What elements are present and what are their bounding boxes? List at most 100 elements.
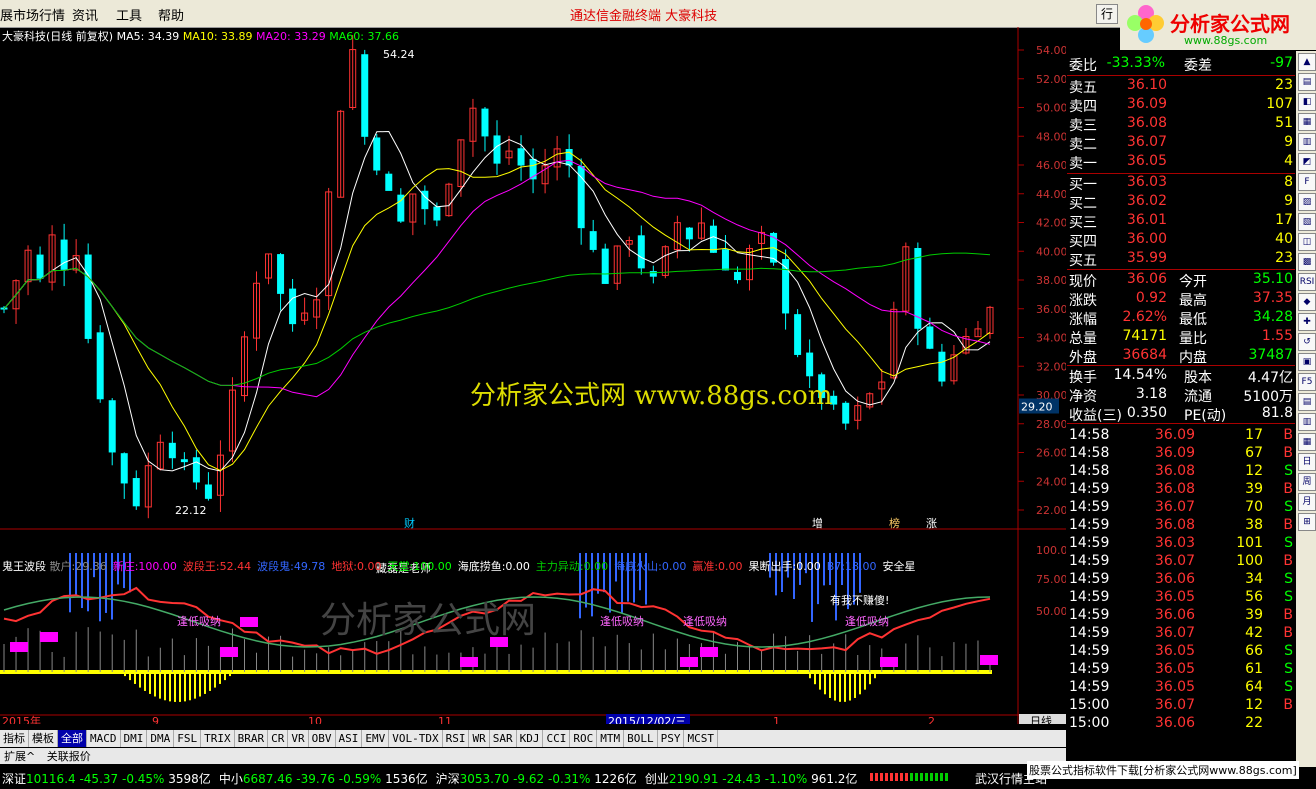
tool-icon[interactable]: ▣	[1298, 353, 1316, 371]
tick-volume: 61	[1245, 661, 1263, 677]
quote-cell: 37.35	[1252, 290, 1293, 306]
tab-模板[interactable]: 模板	[29, 730, 58, 747]
quote-cell: 35.99	[1126, 250, 1167, 266]
candle	[373, 137, 381, 171]
tool-icon[interactable]: ⊞	[1298, 513, 1316, 531]
tab-cci[interactable]: CCI	[543, 730, 571, 747]
tool-icon[interactable]: F5	[1298, 373, 1316, 391]
tab-cr[interactable]: CR	[268, 730, 289, 747]
index-quote[interactable]: 沪深3053.70 -9.62 -0.31% 1226亿	[436, 772, 637, 786]
quote-row: 净资 3.18 流通 5100万	[1069, 386, 1295, 405]
quote-cell: 买四	[1069, 234, 1097, 250]
index-quote[interactable]: 深证10116.4 -45.37 -0.45% 3598亿	[2, 772, 211, 786]
tick-price: 36.09	[1154, 445, 1195, 461]
tab-fsl[interactable]: FSL	[174, 730, 202, 747]
index-quote[interactable]: 创业2190.91 -24.43 -1.10% 961.2亿	[645, 772, 858, 786]
tick-price: 36.05	[1154, 643, 1195, 659]
tab-vol-tdx[interactable]: VOL-TDX	[389, 730, 443, 747]
tab-obv[interactable]: OBV	[309, 730, 336, 747]
kline-chart[interactable]: 54.00 52.00 50.00 48.00 46.00 44.00 42.00 40.00…	[0, 27, 1066, 724]
menu-market[interactable]: 展市场行情	[0, 5, 65, 24]
tab-dma[interactable]: DMA	[147, 730, 175, 747]
event-tag: 涨	[926, 517, 937, 530]
index-pct: -0.31%	[547, 772, 591, 786]
tab-mtm[interactable]: MTM	[597, 730, 625, 747]
tool-icon[interactable]: ▤	[1298, 73, 1316, 91]
tab-expand[interactable]: 扩展^	[0, 750, 39, 763]
quote-cell: 买三	[1069, 215, 1097, 231]
quote-cell: 36.06	[1126, 271, 1167, 287]
tool-icon[interactable]: ◩	[1298, 153, 1316, 171]
tab-wr[interactable]: WR	[469, 730, 490, 747]
tab-指标[interactable]: 指标	[0, 730, 29, 747]
tick-volume: 100	[1236, 553, 1263, 569]
candle	[108, 400, 116, 453]
tab-macd[interactable]: MACD	[87, 730, 121, 747]
quote-cell: 17	[1275, 212, 1293, 228]
quote-cell: 4	[1284, 153, 1293, 169]
indicator-value: 主力异动:0.00	[535, 560, 609, 573]
tick-side: S	[1284, 571, 1293, 587]
tab-asi[interactable]: ASI	[336, 730, 363, 747]
quote-cell: 卖四	[1069, 99, 1097, 115]
quote-row: 14:59 36.07 70 S	[1069, 499, 1295, 517]
tool-icon[interactable]: ▩	[1298, 253, 1316, 271]
tab-brar[interactable]: BRAR	[235, 730, 269, 747]
candle	[180, 459, 188, 463]
tool-icon[interactable]: ▨	[1298, 193, 1316, 211]
ad-banner[interactable]: 股票公式指标软件下载[分析家公式网www.88gs.com]	[1027, 761, 1299, 779]
quote-cell: 36.07	[1126, 134, 1167, 150]
tool-icon[interactable]: ▧	[1298, 213, 1316, 231]
quote-cell: 36.09	[1126, 96, 1167, 112]
quote-cell: 36.02	[1126, 193, 1167, 209]
index-quote[interactable]: 中小6687.46 -39.76 -0.59% 1536亿	[219, 772, 428, 786]
tool-icon[interactable]: ↺	[1298, 333, 1316, 351]
tool-icon[interactable]: ▦	[1298, 433, 1316, 451]
tab-emv[interactable]: EMV	[362, 730, 390, 747]
menu-tools[interactable]: 工具	[116, 5, 142, 24]
tick-side: S	[1284, 463, 1293, 479]
quote-cell: 36.03	[1126, 174, 1167, 190]
tab-sar[interactable]: SAR	[490, 730, 517, 747]
candle	[842, 402, 850, 424]
tool-icon[interactable]: ◆	[1298, 293, 1316, 311]
date-label: 11	[438, 715, 452, 724]
quote-panel: 委比 -33.33% 委差 -97 卖五 36.10 23 卖四 36.09 107 卖三 36.08…	[1067, 51, 1295, 767]
quote-cell: -97	[1270, 55, 1293, 71]
tool-icon[interactable]: ▲	[1298, 53, 1316, 71]
menu-help[interactable]: 帮助	[158, 5, 184, 24]
tool-icon[interactable]: ◫	[1298, 233, 1316, 251]
tool-icon[interactable]: 周	[1298, 473, 1316, 491]
quote-cell: 0.92	[1135, 290, 1167, 306]
tool-icon[interactable]: 月	[1298, 493, 1316, 511]
market-button[interactable]: 行	[1096, 4, 1118, 24]
tab-kdj[interactable]: KDJ	[517, 730, 544, 747]
tab-mcst[interactable]: MCST	[684, 730, 718, 747]
menu-news[interactable]: 资讯	[72, 5, 98, 24]
tool-icon[interactable]: RSI	[1298, 273, 1316, 291]
chart-area[interactable]: 54.00 52.00 50.00 48.00 46.00 44.00 42.00 40.00…	[0, 27, 1066, 724]
tool-icon[interactable]: F	[1298, 173, 1316, 191]
tool-icon[interactable]: ▤	[1298, 393, 1316, 411]
tab-dmi[interactable]: DMI	[121, 730, 148, 747]
indicator-tick-label: 50.00	[1036, 605, 1066, 618]
tool-icon[interactable]: ✚	[1298, 313, 1316, 331]
tab-boll[interactable]: BOLL	[624, 730, 658, 747]
tab-trix[interactable]: TRIX	[201, 730, 235, 747]
tab-vr[interactable]: VR	[288, 730, 309, 747]
tab-rsi[interactable]: RSI	[443, 730, 470, 747]
quote-cell: 35.10	[1252, 271, 1293, 287]
tab-psy[interactable]: PSY	[658, 730, 685, 747]
tool-icon[interactable]: 日	[1298, 453, 1316, 471]
tool-icon[interactable]: ▥	[1298, 133, 1316, 151]
safe-star: 安全星	[882, 560, 916, 573]
indicator-tick-label: 100.0	[1036, 544, 1066, 557]
tab-全部[interactable]: 全部	[58, 730, 87, 747]
quote-cell: 收益(三)	[1069, 408, 1122, 424]
tab-related-quote[interactable]: 关联报价	[43, 750, 95, 763]
quote-cell: 36684	[1122, 347, 1167, 363]
tool-icon[interactable]: ▦	[1298, 113, 1316, 131]
tool-icon[interactable]: ◧	[1298, 93, 1316, 111]
tool-icon[interactable]: ▥	[1298, 413, 1316, 431]
tab-roc[interactable]: ROC	[570, 730, 598, 747]
